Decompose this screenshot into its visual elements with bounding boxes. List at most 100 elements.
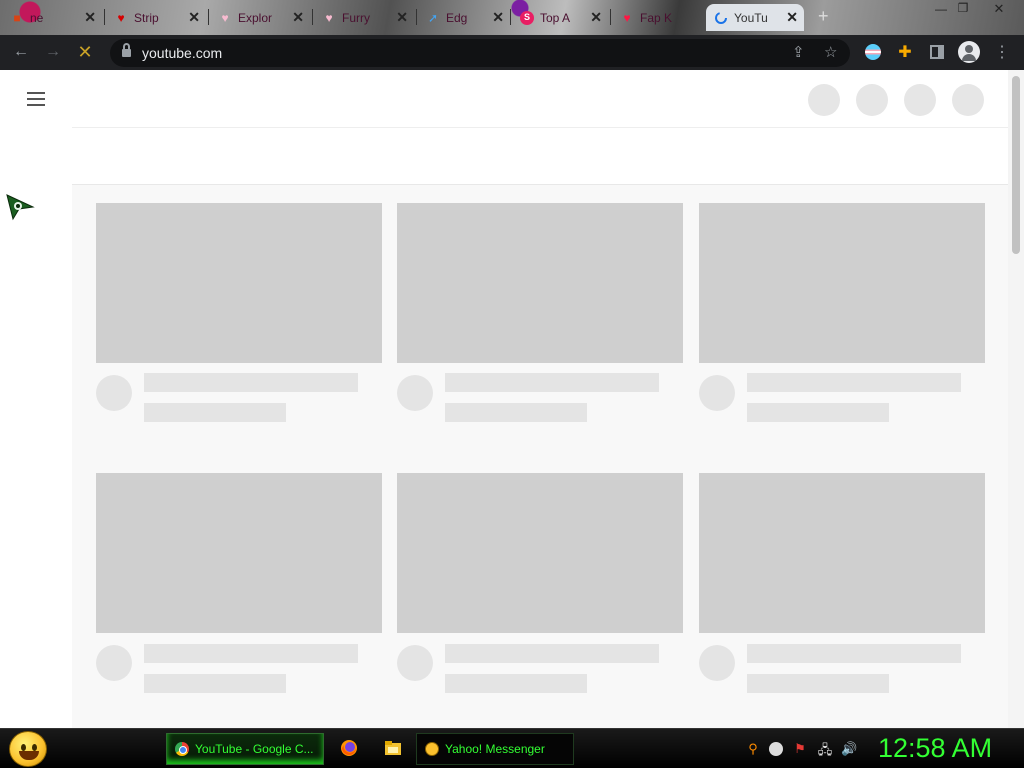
- channel-avatar-placeholder: [397, 645, 433, 681]
- tab-separator: [510, 9, 511, 25]
- tab-3[interactable]: ♥ Explor ✕: [210, 4, 310, 31]
- tab-title: Fap K: [640, 10, 673, 25]
- tab-title: YouTu: [734, 10, 768, 25]
- tab-separator: [416, 9, 417, 25]
- desktop-screen: ■ ne ✕ ♥ Strip ✕ ♥ Explor ✕ ♥ Furry ✕ ➚ …: [0, 0, 1024, 768]
- menu-kebab-icon[interactable]: ⋮: [991, 41, 1013, 63]
- video-thumbnail-placeholder[interactable]: [96, 203, 382, 363]
- new-tab-button[interactable]: +: [818, 6, 829, 27]
- address-bar[interactable]: youtube.com ⇪ ☆: [110, 39, 850, 67]
- forward-arrow-icon[interactable]: →: [42, 41, 64, 63]
- video-thumbnail-placeholder[interactable]: [699, 473, 985, 633]
- page-scrollbar[interactable]: [1008, 70, 1024, 728]
- video-thumbnail-placeholder[interactable]: [699, 203, 985, 363]
- tab-separator: [104, 9, 105, 25]
- scrollbar-thumb[interactable]: [1012, 76, 1020, 254]
- tab-1[interactable]: ■ ne ✕: [2, 4, 102, 31]
- minimize-icon[interactable]: —: [930, 2, 952, 16]
- taskbar-item-chrome[interactable]: YouTube - Google C...: [166, 733, 324, 765]
- share-icon[interactable]: ⇪: [792, 43, 805, 61]
- yahoo-smiley-icon: [425, 742, 439, 756]
- mouse-cursor-icon: [6, 194, 35, 221]
- tab-title: Edg: [446, 10, 468, 25]
- video-thumbnail-placeholder[interactable]: [397, 473, 683, 633]
- volume-icon[interactable]: 🔊: [841, 741, 857, 757]
- lock-icon: [122, 43, 131, 58]
- heart-icon: ♥: [623, 10, 631, 25]
- heart-icon: ♥: [117, 10, 125, 25]
- star-icon[interactable]: ☆: [824, 43, 837, 61]
- profile-avatar-icon[interactable]: [958, 41, 980, 63]
- taskbar-item-label: Yahoo! Messenger: [445, 742, 545, 756]
- back-arrow-icon[interactable]: ←: [10, 41, 32, 63]
- chrome-icon: [175, 742, 189, 756]
- tab-youtube-active[interactable]: YouTu ✕: [706, 4, 804, 31]
- tab-separator: [208, 9, 209, 25]
- meta-placeholder: [144, 674, 286, 693]
- video-thumbnail-placeholder[interactable]: [96, 473, 382, 633]
- close-icon[interactable]: ✕: [292, 9, 304, 26]
- header-placeholder-circle: [904, 84, 936, 116]
- title-placeholder: [445, 373, 659, 392]
- messenger-tray-icon[interactable]: [768, 741, 784, 757]
- tab-title: Top A: [540, 10, 571, 25]
- restore-icon[interactable]: ❐: [952, 1, 974, 15]
- tab-separator: [610, 9, 611, 25]
- close-icon[interactable]: ✕: [492, 9, 504, 26]
- close-icon[interactable]: ✕: [396, 9, 408, 26]
- channel-avatar-placeholder: [96, 645, 132, 681]
- search-icon[interactable]: ⚲: [745, 741, 761, 757]
- meta-placeholder: [445, 403, 587, 422]
- header-placeholder-circle: [952, 84, 984, 116]
- network-icon[interactable]: 🖧: [817, 741, 833, 757]
- folder-icon: ■: [13, 10, 21, 25]
- meta-placeholder: [445, 674, 587, 693]
- browser-toolbar: ← → ✕ youtube.com ⇪ ☆ ✚ ⋮: [0, 35, 1024, 70]
- taskbar-clock[interactable]: 12:58 AM: [878, 733, 992, 764]
- taskbar-item-yahoo-messenger[interactable]: Yahoo! Messenger: [416, 733, 574, 765]
- title-placeholder: [445, 644, 659, 663]
- taskbar-item-label: YouTube - Google C...: [195, 742, 314, 756]
- meta-placeholder: [747, 403, 889, 422]
- meta-placeholder: [747, 674, 889, 693]
- tab-strip: ■ ne ✕ ♥ Strip ✕ ♥ Explor ✕ ♥ Furry ✕ ➚ …: [0, 0, 1024, 35]
- close-icon[interactable]: ✕: [188, 9, 200, 26]
- meta-placeholder: [144, 403, 286, 422]
- channel-avatar-placeholder: [699, 645, 735, 681]
- stop-loading-icon[interactable]: ✕: [74, 41, 96, 63]
- tab-4[interactable]: ♥ Furry ✕: [314, 4, 414, 31]
- window-close-icon[interactable]: ✕: [988, 1, 1010, 17]
- close-icon[interactable]: ✕: [786, 9, 798, 26]
- tab-title: Strip: [134, 10, 159, 25]
- tab-5[interactable]: ➚ Edg ✕: [418, 4, 510, 31]
- channel-avatar-placeholder: [699, 375, 735, 411]
- tab-7[interactable]: ♥ Fap K: [612, 4, 704, 31]
- tab-title: Furry: [342, 10, 370, 25]
- flag-extension-icon[interactable]: [862, 41, 884, 63]
- action-center-flag-icon[interactable]: ⚑: [792, 741, 808, 757]
- file-explorer-icon[interactable]: [384, 739, 402, 757]
- tab-6[interactable]: S Top A ✕: [512, 4, 608, 31]
- close-icon[interactable]: ✕: [590, 9, 602, 26]
- s-icon: S: [520, 10, 534, 25]
- loading-spinner-icon: [714, 11, 728, 25]
- puzzle-extensions-icon[interactable]: ✚: [894, 41, 916, 63]
- hamburger-menu-icon[interactable]: [27, 92, 45, 110]
- firefox-icon[interactable]: [340, 739, 358, 757]
- side-panel-icon[interactable]: [926, 41, 948, 63]
- arrow-icon: ➚: [427, 10, 439, 25]
- tab-title: Explor: [238, 10, 273, 25]
- tab-2[interactable]: ♥ Strip ✕: [106, 4, 206, 31]
- taskbar: YouTube - Google C... Yahoo! Messenger ⚲…: [0, 728, 1024, 768]
- close-icon[interactable]: ✕: [84, 9, 96, 26]
- tab-title: ne: [30, 10, 44, 25]
- title-placeholder: [747, 373, 961, 392]
- start-button-smiley-icon[interactable]: [9, 731, 47, 767]
- tab-separator: [312, 9, 313, 25]
- url-text[interactable]: youtube.com: [142, 45, 222, 61]
- title-placeholder: [144, 373, 358, 392]
- heart-icon: ♥: [221, 10, 229, 25]
- video-thumbnail-placeholder[interactable]: [397, 203, 683, 363]
- youtube-page: [0, 70, 1024, 728]
- channel-avatar-placeholder: [96, 375, 132, 411]
